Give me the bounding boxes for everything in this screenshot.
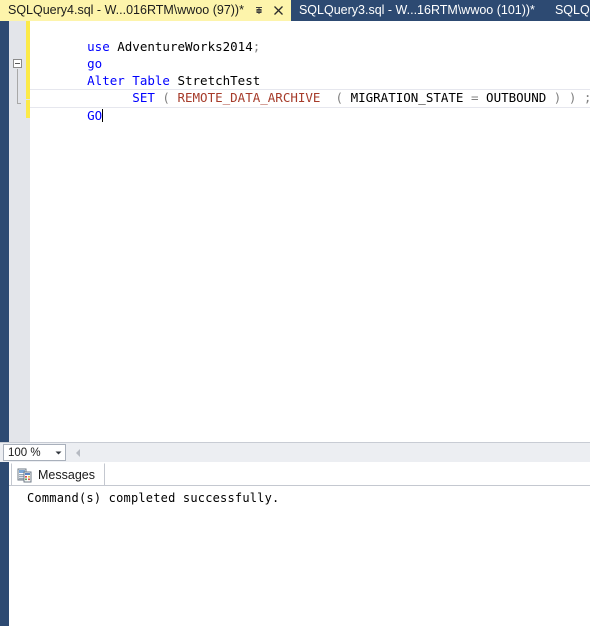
zoom-level-value: 100 %	[8, 446, 41, 459]
pin-icon[interactable]	[253, 5, 265, 17]
editor-left-indicator-strip	[0, 21, 9, 442]
tab-sqlquery-overflow[interactable]: SQLQuer	[540, 0, 590, 21]
scroll-left-icon[interactable]	[71, 445, 85, 461]
tab-label: SQLQuer	[554, 3, 590, 17]
tab-messages[interactable]: Messages	[11, 463, 105, 485]
results-message-text: Command(s) completed successfully.	[27, 491, 280, 505]
code-line-4: SET ( REMOTE_DATA_ARCHIVE ( MIGRATION_ST…	[30, 72, 590, 105]
results-message-area[interactable]: Command(s) completed successfully.	[9, 486, 590, 626]
code-line-2: go	[30, 38, 590, 71]
text-caret	[102, 109, 104, 122]
code-text-area[interactable]: use AdventureWorks2014; go Alter Table S…	[30, 21, 590, 442]
results-left-indicator-strip	[0, 462, 9, 626]
tab-label: SQLQuery3.sql - W...16RTM\wwoo (101))*	[298, 3, 535, 17]
close-icon[interactable]	[272, 4, 285, 17]
fold-region-line	[17, 69, 18, 103]
results-tab-label: Messages	[38, 467, 95, 482]
zoom-level-dropdown[interactable]: 100 %	[3, 444, 66, 461]
results-pane: Messages Command(s) completed successful…	[0, 462, 590, 626]
chevron-down-icon[interactable]	[51, 448, 65, 457]
tab-sqlquery3[interactable]: SQLQuery3.sql - W...16RTM\wwoo (101))*	[290, 0, 541, 21]
messages-icon	[17, 467, 33, 483]
code-line-1: use AdventureWorks2014;	[30, 21, 590, 54]
code-line-5-current: GO	[30, 89, 590, 123]
fold-region-foot	[17, 103, 21, 104]
editor-tab-strip: SQLQuery4.sql - W...016RTM\wwoo (97))* S…	[0, 0, 590, 21]
tab-label: SQLQuery4.sql - W...016RTM\wwoo (97))*	[8, 3, 244, 17]
code-line-3: Alter Table StretchTest	[30, 55, 590, 88]
tab-sqlquery4[interactable]: SQLQuery4.sql - W...016RTM\wwoo (97))*	[0, 0, 291, 21]
code-editor[interactable]: use AdventureWorks2014; go Alter Table S…	[0, 21, 590, 442]
fold-collapse-icon[interactable]	[13, 59, 22, 68]
code-token: GO	[87, 108, 103, 123]
results-tab-row: Messages	[9, 462, 590, 486]
editor-status-bar: 100 %	[0, 442, 590, 462]
results-inner: Messages Command(s) completed successful…	[9, 462, 590, 626]
